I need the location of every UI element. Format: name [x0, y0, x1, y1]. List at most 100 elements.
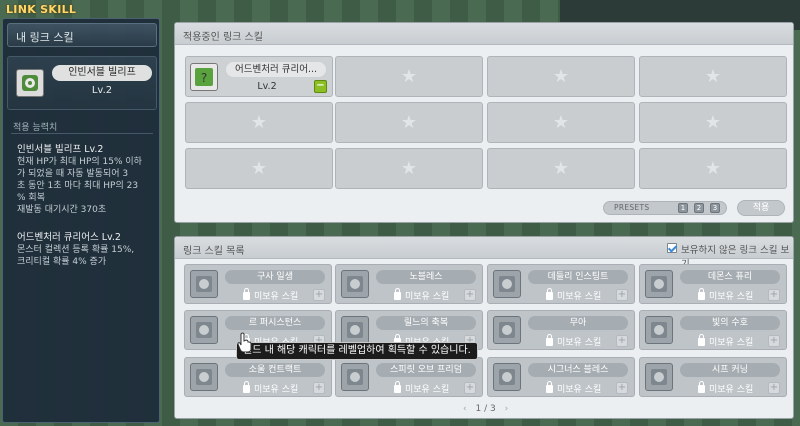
cygnus-bless-icon — [493, 363, 521, 391]
deadly-instinct-icon — [493, 270, 521, 298]
applied-slot-empty[interactable]: ★ — [335, 102, 483, 143]
locked-text: 미보유 스킬 — [709, 338, 754, 348]
skill-card[interactable]: 구사 일생 미보유 스킬 + — [184, 264, 332, 304]
spirit-of-freedom-icon — [341, 363, 369, 391]
remove-skill-button[interactable]: − — [314, 80, 327, 93]
applied-slot-empty[interactable]: ★ — [185, 148, 333, 189]
effect-2-title: 어드벤처러 큐리어스 Lv.2 — [17, 232, 121, 243]
applied-slot-empty[interactable]: ★ — [335, 148, 483, 189]
lock-icon — [546, 334, 553, 346]
add-skill-button[interactable]: + — [464, 289, 476, 301]
lock-icon — [698, 288, 705, 300]
maple-leaf-icon: ★ — [552, 157, 570, 179]
applied-skill-name: 어드벤처러 큐리어... — [226, 62, 326, 77]
light-guard-icon — [645, 316, 673, 344]
preset-3-button[interactable]: 3 — [710, 203, 720, 213]
effect-area: 적용 능력치 인빈서블 빌리프 Lv.2 현재 HP가 최대 HP의 15% 이… — [7, 116, 157, 421]
my-skill-level: Lv.2 — [91, 85, 113, 96]
tooltip: 월드 내 해당 캐릭터를 레벨업하여 획득할 수 있습니다. — [236, 342, 478, 360]
locked-text: 미보유 스킬 — [557, 385, 602, 395]
locked-label: 미보유 스킬 — [243, 288, 298, 302]
locked-text: 미보유 스킬 — [557, 338, 602, 348]
maple-leaf-icon: ★ — [400, 157, 418, 179]
prev-page-button[interactable]: ‹ — [463, 404, 467, 414]
total-pages: 3 — [490, 404, 496, 414]
locked-text: 미보유 스킬 — [709, 385, 754, 395]
maple-leaf-icon: ★ — [400, 65, 418, 87]
locked-label: 미보유 스킬 — [698, 334, 754, 348]
show-unowned-checkbox[interactable] — [667, 243, 677, 253]
my-skill-name: 인빈서블 빌리프 — [52, 65, 152, 81]
presets-bar: PRESETS 1 2 3 — [603, 201, 727, 215]
blessing-icon — [341, 316, 369, 344]
page-separator: / — [484, 404, 488, 414]
applied-slot-empty[interactable]: ★ — [639, 148, 787, 189]
my-skill-card[interactable]: 인빈서블 빌리프 Lv.2 — [7, 56, 157, 110]
locked-label: 미보유 스킬 — [243, 381, 299, 395]
maple-leaf-icon: ★ — [704, 111, 722, 133]
add-skill-button[interactable]: + — [616, 335, 628, 347]
preset-2-button[interactable]: 2 — [694, 203, 704, 213]
skill-card[interactable]: 노블레스 미보유 스킬 + — [335, 264, 483, 304]
applied-header: 적용중인 링크 스킬 — [175, 23, 793, 45]
applied-title: 적용중인 링크 스킬 — [183, 32, 263, 43]
applied-slot-1[interactable]: ? 어드벤처러 큐리어... Lv.2 − — [185, 56, 333, 97]
maple-leaf-icon: ★ — [704, 65, 722, 87]
locked-label: 미보유 스킬 — [698, 288, 753, 302]
applied-slot-empty[interactable]: ★ — [639, 56, 787, 97]
demons-fury-icon — [645, 270, 673, 298]
preset-1-button[interactable]: 1 — [678, 203, 688, 213]
applied-slot-empty[interactable]: ★ — [487, 56, 635, 97]
link-skill-list-panel: 링크 스킬 목록 보유하지 않은 링크 스킬 보기 구사 일생미보유 스킬+노블… — [174, 236, 794, 419]
skill-name: 노블레스 — [376, 270, 476, 284]
svg-text:?: ? — [201, 71, 207, 85]
locked-label: 미보유 스킬 — [546, 381, 602, 395]
add-skill-button[interactable]: + — [616, 289, 628, 301]
invincible-belief-icon — [16, 69, 44, 97]
locked-label: 미보유 스킬 — [546, 334, 602, 348]
adventurer-curious-icon: ? — [190, 63, 218, 91]
effect-1-line: 재발동 대기시간 370초 — [17, 205, 107, 215]
applied-slot-empty[interactable]: ★ — [487, 148, 635, 189]
applied-skill-level: Lv.2 — [257, 81, 277, 92]
skill-card[interactable]: 시프 커닝 미보유 스킬 + — [639, 357, 787, 397]
applied-slot-empty[interactable]: ★ — [639, 102, 787, 143]
lock-icon — [698, 334, 705, 346]
skill-card[interactable]: 스피릿 오브 프리덤 미보유 스킬 + — [335, 357, 483, 397]
skill-name: 빛의 수호 — [680, 316, 780, 330]
add-skill-button[interactable]: + — [768, 335, 780, 347]
locked-text: 미보유 스킬 — [557, 292, 602, 302]
add-skill-button[interactable]: + — [313, 382, 325, 394]
mua-icon — [493, 316, 521, 344]
skill-name: 르 퍼시스턴스 — [225, 316, 325, 330]
window-title-bar[interactable]: LINK SKILL — [0, 0, 800, 18]
hand-cursor-icon — [237, 332, 252, 352]
my-link-skill-header: 내 링크 스킬 — [7, 23, 157, 47]
add-skill-button[interactable]: + — [768, 382, 780, 394]
skill-name: 시그너스 블레스 — [528, 363, 628, 377]
apply-button[interactable]: 적용 — [737, 200, 785, 216]
presets-label: PRESETS — [614, 203, 650, 212]
locked-text: 미보유 스킬 — [254, 385, 299, 395]
locked-text: 미보유 스킬 — [405, 385, 450, 395]
applied-slot-empty[interactable]: ★ — [335, 56, 483, 97]
add-skill-button[interactable]: + — [313, 289, 325, 301]
add-skill-button[interactable]: + — [616, 382, 628, 394]
applied-slot-empty[interactable]: ★ — [185, 102, 333, 143]
skill-card[interactable]: 데몬스 퓨리미보유 스킬 + — [639, 264, 787, 304]
skill-card[interactable]: 무아 미보유 스킬 + — [487, 310, 635, 350]
thief-cunning-icon — [645, 363, 673, 391]
skill-card[interactable]: 데들리 인스팅트 미보유 스킬 + — [487, 264, 635, 304]
skill-card[interactable]: 시그너스 블레스미보유 스킬 + — [487, 357, 635, 397]
add-skill-button[interactable]: + — [464, 382, 476, 394]
next-page-button[interactable]: › — [505, 404, 509, 414]
lock-icon — [243, 381, 250, 393]
maple-leaf-icon: ★ — [400, 111, 418, 133]
skill-card[interactable]: 소울 컨트랙트 미보유 스킬 + — [184, 357, 332, 397]
window-title: LINK SKILL — [6, 3, 77, 16]
skill-card[interactable]: 빛의 수호미보유 스킬 + — [639, 310, 787, 350]
applied-slot-empty[interactable]: ★ — [487, 102, 635, 143]
skill-name: 데몬스 퓨리 — [680, 270, 780, 284]
maple-leaf-icon: ★ — [552, 111, 570, 133]
add-skill-button[interactable]: + — [768, 289, 780, 301]
